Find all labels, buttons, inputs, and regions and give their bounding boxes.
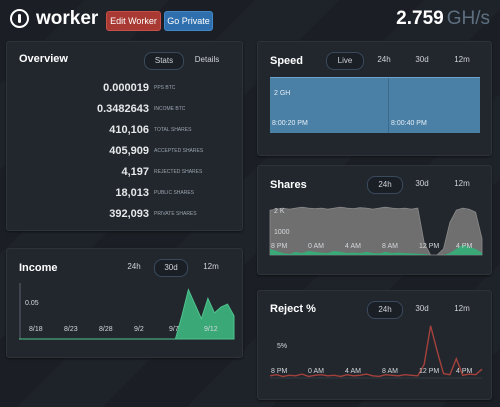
hashrate-readout: 2.759 GH/s xyxy=(396,8,490,30)
stat-row: 4,197 REJECTED SHARES xyxy=(7,166,247,186)
stat-value: 410,106 xyxy=(109,124,149,136)
worker-title: worker xyxy=(36,8,99,29)
stat-value: 18,013 xyxy=(115,187,149,199)
speed-x-tick-2: 8:00:40 PM xyxy=(391,120,427,127)
tab-24h[interactable]: 24h xyxy=(367,176,403,194)
shares-total-area xyxy=(269,206,483,256)
income-chart xyxy=(19,283,235,340)
tab-stats[interactable]: Stats xyxy=(144,52,184,70)
shares-chart xyxy=(269,206,483,256)
shares-panel: Shares 24h 30d 12m 2 K 1000 8 PM 0 AM 4 AM… xyxy=(257,165,492,275)
x-tick-label: 4 AM xyxy=(345,368,361,375)
stat-value: 4,197 xyxy=(121,166,149,178)
hashrate-value: 2.759 xyxy=(396,8,444,29)
stat-row: 18,013 PUBLIC SHARES xyxy=(7,187,247,207)
x-tick-label: 0 AM xyxy=(308,243,324,250)
stat-value: 0.3482643 xyxy=(97,103,149,115)
x-tick-label: 12 PM xyxy=(419,368,440,375)
x-tick-label: 8 AM xyxy=(382,243,398,250)
edit-worker-button[interactable]: Edit Worker xyxy=(106,11,161,31)
speed-y-tick: 2 GH xyxy=(274,90,291,97)
shares-y-tick-2: 1000 xyxy=(274,229,290,236)
x-tick-label: 8/28 xyxy=(99,326,113,333)
tab-12m[interactable]: 12m xyxy=(448,52,476,68)
reject-line xyxy=(269,325,483,378)
speed-title: Speed xyxy=(270,55,304,67)
stat-row: 410,106 TOTAL SHARES xyxy=(7,124,247,144)
x-tick-label: 8/18 xyxy=(29,326,43,333)
stat-label: TOTAL SHARES xyxy=(154,127,192,133)
tab-30d[interactable]: 30d xyxy=(154,259,188,277)
overview-panel: Overview Stats Details 0.000019 PPS BTC 0.… xyxy=(6,41,243,231)
reject-chart xyxy=(269,325,483,379)
x-tick-label: 9/12 xyxy=(204,326,218,333)
x-tick-label: 12 PM xyxy=(419,243,440,250)
tab-12m[interactable]: 12m xyxy=(448,176,476,192)
worker-logo-icon xyxy=(10,9,29,28)
stat-row: 0.000019 PPS BTC xyxy=(7,82,247,102)
reject-panel: Reject % 24h 30d 12m 5% 8 PM 0 AM 4 AM 8 AM… xyxy=(257,290,492,400)
x-tick-label: 9/2 xyxy=(134,326,144,333)
go-private-button[interactable]: Go Private xyxy=(164,11,213,31)
x-tick-label: 4 AM xyxy=(345,243,361,250)
income-area xyxy=(19,288,235,340)
shares-title: Shares xyxy=(270,179,307,191)
speed-panel: Speed Live 24h 30d 12m 2 GH 8:00:20 PM 8… xyxy=(257,41,492,156)
stat-label: PUBLIC SHARES xyxy=(154,190,195,196)
stat-value: 392,093 xyxy=(109,208,149,220)
tab-30d[interactable]: 30d xyxy=(408,301,436,317)
income-title: Income xyxy=(19,262,58,274)
x-tick-label: 4 PM xyxy=(456,243,473,250)
tab-30d[interactable]: 30d xyxy=(408,176,436,192)
tab-24h[interactable]: 24h xyxy=(119,259,149,275)
stat-value: 0.000019 xyxy=(103,82,149,94)
stat-value: 405,909 xyxy=(109,145,149,157)
stat-label: INCOME BTC xyxy=(154,106,186,112)
stat-row: 405,909 ACCEPTED SHARES xyxy=(7,145,247,165)
stat-label: PRIVATE SHARES xyxy=(154,211,197,217)
x-tick-label: 8 PM xyxy=(271,243,288,250)
x-tick-label: 8/23 xyxy=(64,326,78,333)
top-bar: worker Edit Worker Go Private 2.759 GH/s xyxy=(0,0,500,36)
tab-30d[interactable]: 30d xyxy=(408,52,436,68)
speed-x-tick-1: 8:00:20 PM xyxy=(272,120,308,127)
tab-24h[interactable]: 24h xyxy=(370,52,398,68)
stat-row: 392,093 PRIVATE SHARES xyxy=(7,208,247,228)
speed-midline xyxy=(388,78,389,133)
tab-details[interactable]: Details xyxy=(189,52,225,68)
tab-live[interactable]: Live xyxy=(326,52,364,70)
x-tick-label: 8 PM xyxy=(271,368,288,375)
stat-row: 0.3482643 INCOME BTC xyxy=(7,103,247,123)
stat-label: REJECTED SHARES xyxy=(154,169,203,175)
x-tick-label: 8 AM xyxy=(382,368,398,375)
tab-12m[interactable]: 12m xyxy=(195,259,227,275)
tab-12m[interactable]: 12m xyxy=(448,301,476,317)
stat-label: ACCEPTED SHARES xyxy=(154,148,204,154)
tab-24h[interactable]: 24h xyxy=(367,301,403,319)
reject-title: Reject % xyxy=(270,303,316,315)
x-tick-label: 9/7 xyxy=(169,326,179,333)
hashrate-unit: GH/s xyxy=(446,8,490,29)
income-panel: Income 24h 30d 12m 0.05 8/18 8/23 8/28 9/2 9… xyxy=(6,248,243,358)
x-tick-label: 4 PM xyxy=(456,368,473,375)
x-tick-label: 0 AM xyxy=(308,368,324,375)
speed-chart: 2 GH 8:00:20 PM 8:00:40 PM xyxy=(270,77,480,133)
stat-label: PPS BTC xyxy=(154,85,176,91)
shares-y-tick-1: 2 K xyxy=(274,208,285,215)
overview-title: Overview xyxy=(19,53,68,65)
